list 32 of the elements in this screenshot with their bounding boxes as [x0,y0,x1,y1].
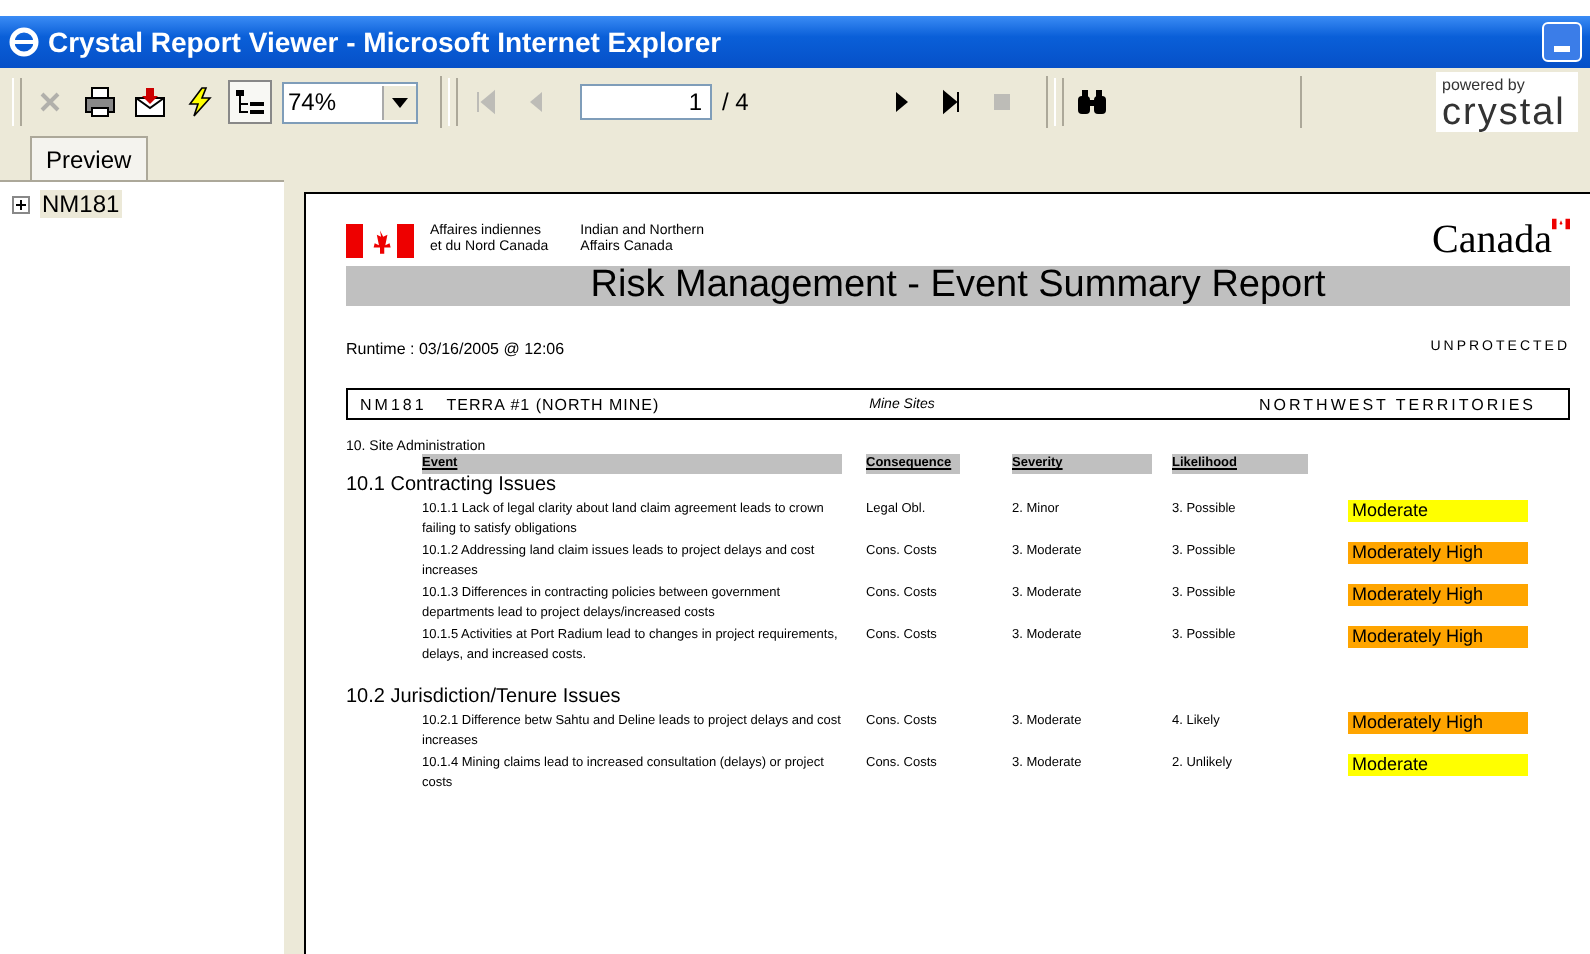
section-heading: 10.2 Jurisdiction/Tenure Issues [346,686,623,710]
binoculars-icon [1076,86,1109,118]
caret-icon [392,97,408,107]
risk-rating: Moderate [1348,754,1528,776]
printer-icon [84,86,116,118]
report-title: Risk Management - Event Summary Report [346,266,1570,306]
tree-icon [234,86,266,118]
risk-rating: Moderately High [1348,712,1528,734]
flag-icon [346,223,414,257]
page-number-field[interactable]: 1 [580,84,712,120]
runtime-text: Runtime : 03/16/2005 @ 12:06 [346,340,565,358]
lightning-icon [184,86,216,118]
risk-rating: Moderate [1348,500,1528,522]
flag-icon [1552,218,1570,230]
preview-tab[interactable]: Preview [30,136,148,180]
crystal-logo: powered by crystal [1436,72,1578,132]
minimize-button[interactable] [1542,22,1582,62]
risk-rating: Moderately High [1348,584,1528,606]
risk-rating: Moderately High [1348,542,1528,564]
window-title: Crystal Report Viewer - Microsoft Internet Explorer [48,26,724,58]
risk-rating: Moderately High [1348,626,1528,648]
tree-item[interactable]: NM181 [40,190,122,218]
zoom-dropdown[interactable]: 74% [282,81,418,123]
page-count: / 4 [722,88,749,116]
site-name: TERRA #1 (NORTH MINE) [446,395,660,413]
site-region: NORTHWEST TERRITORIES [1259,395,1536,413]
site-code: NM181 [360,395,427,413]
tree-button[interactable] [228,80,272,124]
expand-icon[interactable] [12,195,30,213]
envelope-icon [134,86,166,118]
canada-wordmark: Canada [1432,220,1552,260]
section-heading: 10.1 Contracting Issues [346,474,559,498]
